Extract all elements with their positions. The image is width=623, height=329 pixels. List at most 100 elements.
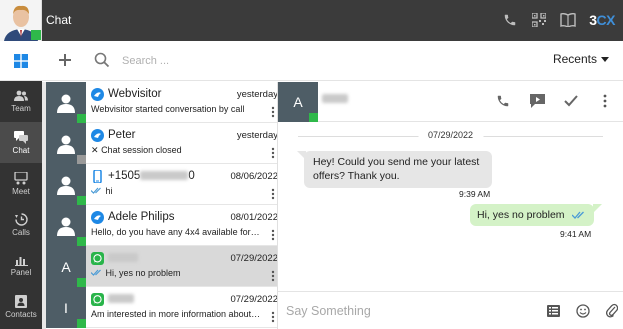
conversation-date: 08/01/2022 [230, 212, 278, 223]
recents-dropdown[interactable]: Recents [553, 52, 609, 66]
whatsapp-icon [91, 252, 104, 265]
conversation-item[interactable]: +1505 0 08/06/2022 hi [46, 164, 277, 205]
more-vertical-icon[interactable] [271, 229, 275, 241]
contact-avatar [46, 123, 86, 164]
chat-actions [495, 93, 613, 109]
nav-label: Meet [12, 186, 30, 196]
nav-item-panel[interactable]: Panel [0, 245, 42, 286]
conversation-name: Webvisitor [108, 88, 162, 100]
checkmark-icon[interactable] [563, 93, 579, 109]
emoji-icon[interactable] [575, 303, 590, 318]
top-bar: Chat 3CX [0, 0, 623, 41]
nav-label: Contacts [5, 309, 37, 319]
list-scrollbar[interactable] [42, 82, 46, 329]
phone-icon[interactable] [502, 12, 518, 28]
new-chat-plus-icon[interactable] [56, 51, 74, 69]
more-vertical-icon[interactable] [271, 270, 275, 282]
conversation-preview: hi [91, 186, 261, 196]
presence-dot [309, 113, 318, 122]
qr-code-icon[interactable] [531, 12, 547, 28]
nav-item-team[interactable]: Team [0, 81, 42, 122]
nav-label: Team [11, 104, 31, 113]
message-input[interactable] [286, 300, 536, 322]
conversation-item-selected[interactable]: A 07/29/2022 Hi, yes no problem [46, 246, 277, 287]
more-vertical-icon[interactable] [271, 106, 275, 118]
date-separator-label: 07/29/2022 [417, 130, 484, 140]
chat-header: A [278, 82, 623, 122]
nav-item-contacts[interactable]: Contacts [0, 286, 42, 327]
chat-contact-avatar: A [278, 82, 318, 122]
read-ticks-icon [572, 211, 584, 219]
book-icon[interactable] [560, 12, 576, 28]
nav-item-calls[interactable]: Calls [0, 204, 42, 245]
presence-dot [77, 237, 86, 246]
preview-text: Hi, yes no problem [105, 268, 181, 278]
chat-contact-name [322, 90, 348, 108]
presence-dot [77, 319, 86, 328]
outgoing-message: Hi, yes no problem [470, 204, 602, 226]
bubble-tail [297, 151, 306, 160]
logo-suffix: CX [596, 12, 616, 28]
presence-status-dot [31, 30, 41, 40]
more-vertical-icon[interactable] [271, 188, 275, 200]
nav-label: Calls [12, 227, 30, 237]
message-time: 9:39 AM [459, 189, 491, 199]
left-nav: Team Chat Meet Calls Panel Contacts [0, 41, 42, 329]
message-time: 9:41 AM [560, 229, 592, 239]
contact-avatar: A [46, 246, 86, 287]
person-icon [57, 135, 75, 154]
nav-label: Chat [12, 145, 30, 155]
user-avatar[interactable] [0, 0, 42, 41]
transfer-icon[interactable] [529, 93, 545, 109]
conversation-date: yesterday [236, 89, 278, 100]
conversation-date: yesterday [236, 130, 278, 141]
message-composer [278, 291, 623, 329]
conversation-name: Adele Philips [108, 211, 175, 223]
avatar-initial: I [64, 299, 68, 316]
chat-toolbar: Recents [42, 41, 623, 81]
contact-avatar [46, 82, 86, 123]
bubble-tail [593, 204, 602, 213]
conversation-name [108, 293, 134, 305]
search-input[interactable] [122, 50, 322, 72]
person-icon [57, 94, 75, 113]
redacted-text [140, 171, 189, 181]
nav-item-chat[interactable]: Chat [0, 122, 42, 163]
more-vertical-icon[interactable] [271, 311, 275, 323]
person-icon [57, 217, 75, 236]
nav-label: Panel [10, 268, 32, 277]
presence-dot [77, 196, 86, 205]
template-icon[interactable] [546, 303, 561, 318]
incoming-message: Hey! Could you send me your latest offer… [297, 151, 492, 188]
person-icon [57, 176, 75, 195]
more-vertical-icon[interactable] [597, 93, 613, 109]
top-icon-group: 3CX [502, 9, 616, 31]
composer-icons [546, 303, 619, 318]
redacted-text [108, 294, 134, 304]
more-vertical-icon[interactable] [271, 147, 275, 159]
message-text: Hey! Could you send me your latest offer… [313, 156, 480, 182]
search-icon [94, 52, 110, 68]
phone-suffix: 0 [188, 170, 195, 182]
conversation-item[interactable]: Webvisitor yesterday Webvisitor started … [46, 82, 278, 123]
team-icon [14, 90, 28, 101]
redacted-text [108, 253, 138, 263]
conversation-item[interactable]: I 07/29/2022 Am interested in more infor… [46, 287, 277, 328]
conversation-name [108, 252, 138, 264]
attach-icon[interactable] [604, 303, 619, 318]
windows-app-button[interactable] [0, 41, 42, 81]
conversation-preview: Webvisitor started conversation by call [91, 104, 245, 114]
nav-item-meet[interactable]: Meet [0, 163, 42, 204]
conversation-item[interactable]: Adele Philips 08/01/2022 Hello, do you h… [46, 205, 278, 246]
redacted-text [322, 94, 348, 104]
conversation-list: Webvisitor yesterday Webvisitor started … [42, 82, 278, 329]
read-ticks-icon [91, 187, 101, 194]
phone-icon[interactable] [495, 93, 511, 109]
conversation-name: Peter [108, 129, 136, 141]
conversation-preview: Hello, do you have any 4x4 available for… [91, 227, 261, 237]
chevron-down-icon [601, 56, 609, 62]
chat-icon [14, 130, 28, 144]
avatar-initial: A [293, 94, 303, 110]
conversation-item[interactable]: Peter yesterday ✕ Chat session closed [46, 123, 278, 164]
presence-dot [77, 155, 86, 164]
